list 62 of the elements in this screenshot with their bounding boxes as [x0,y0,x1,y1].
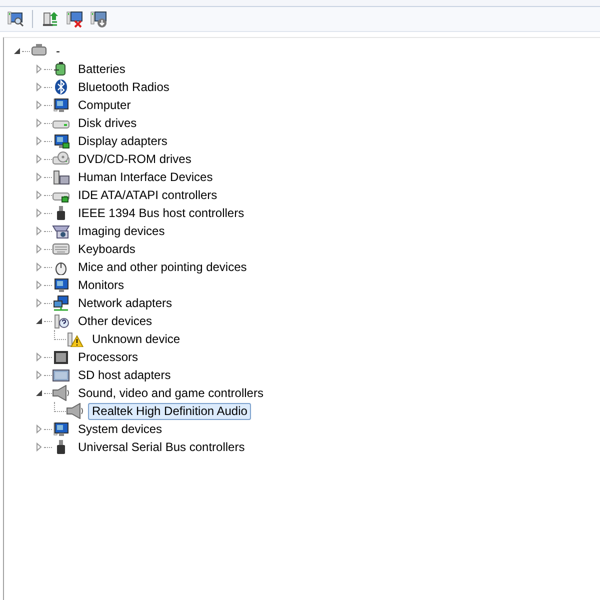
expand-arrow-icon[interactable] [34,100,44,110]
expand-arrow-icon[interactable] [34,262,44,272]
warning-icon [66,331,84,347]
tree-item[interactable]: Universal Serial Bus controllers [74,438,249,456]
tree-item[interactable]: Unknown device [88,330,184,348]
computer-icon [52,421,70,437]
expand-arrow-icon[interactable] [34,172,44,182]
expand-arrow-icon[interactable] [34,190,44,200]
tree-item[interactable]: Human Interface Devices [74,168,217,186]
tree-item[interactable]: Other devices [74,312,156,330]
disc-drive-icon [52,151,70,167]
expand-arrow-icon[interactable] [34,64,44,74]
tree-item[interactable]: Realtek High Definition Audio [88,402,252,420]
tree-item[interactable]: Sound, video and game controllers [74,384,268,402]
tree-item[interactable]: Keyboards [74,240,140,258]
expand-arrow-icon[interactable] [34,244,44,254]
expand-arrow-icon[interactable] [34,118,44,128]
expand-arrow-icon[interactable] [34,154,44,164]
tree-item[interactable]: IEEE 1394 Bus host controllers [74,204,248,222]
expand-arrow-icon[interactable] [34,82,44,92]
speaker-icon [66,403,84,419]
collapse-arrow-icon[interactable] [34,388,44,398]
device-question-icon [52,313,70,329]
expand-arrow-icon[interactable] [34,280,44,290]
computer-icon [52,97,70,113]
expand-arrow-icon[interactable] [34,352,44,362]
expand-arrow-icon[interactable] [34,208,44,218]
expand-arrow-icon[interactable] [34,424,44,434]
tree-item[interactable]: Computer [74,96,135,114]
bluetooth-icon [52,79,70,95]
tree-item[interactable]: Display adapters [74,132,172,150]
card-icon [52,367,70,383]
update-button[interactable] [41,10,59,28]
scan-button[interactable] [6,10,24,28]
display-card-icon [52,133,70,149]
tree-item[interactable]: Mice and other pointing devices [74,258,251,276]
tree-item[interactable]: Disk drives [74,114,141,132]
scanner-icon [52,223,70,239]
download-button[interactable] [89,10,107,28]
expand-arrow-icon[interactable] [34,136,44,146]
collapse-arrow-icon[interactable] [34,316,44,326]
tree-item[interactable]: DVD/CD-ROM drives [74,150,196,168]
tree-item[interactable]: SD host adapters [74,366,175,384]
tree-item[interactable]: Processors [74,348,142,366]
tree-item[interactable]: Monitors [74,276,128,294]
tree-item[interactable]: Bluetooth Radios [74,78,174,96]
tree-item[interactable]: Imaging devices [74,222,169,240]
collapse-arrow-icon[interactable] [12,46,22,56]
tree-item[interactable]: Batteries [74,60,130,78]
expand-arrow-icon[interactable] [34,370,44,380]
monitor-icon [52,277,70,293]
expand-arrow-icon[interactable] [34,298,44,308]
speaker-icon [52,385,70,401]
expand-arrow-icon[interactable] [34,442,44,452]
tree-item[interactable]: - [52,42,64,60]
expand-arrow-icon[interactable] [34,226,44,236]
tree-item[interactable]: Network adapters [74,294,176,312]
chip-icon [52,349,70,365]
tree-item[interactable]: System devices [74,420,166,438]
tree-item[interactable]: IDE ATA/ATAPI controllers [74,186,222,204]
network-icon [52,295,70,311]
uninstall-button[interactable] [65,10,83,28]
